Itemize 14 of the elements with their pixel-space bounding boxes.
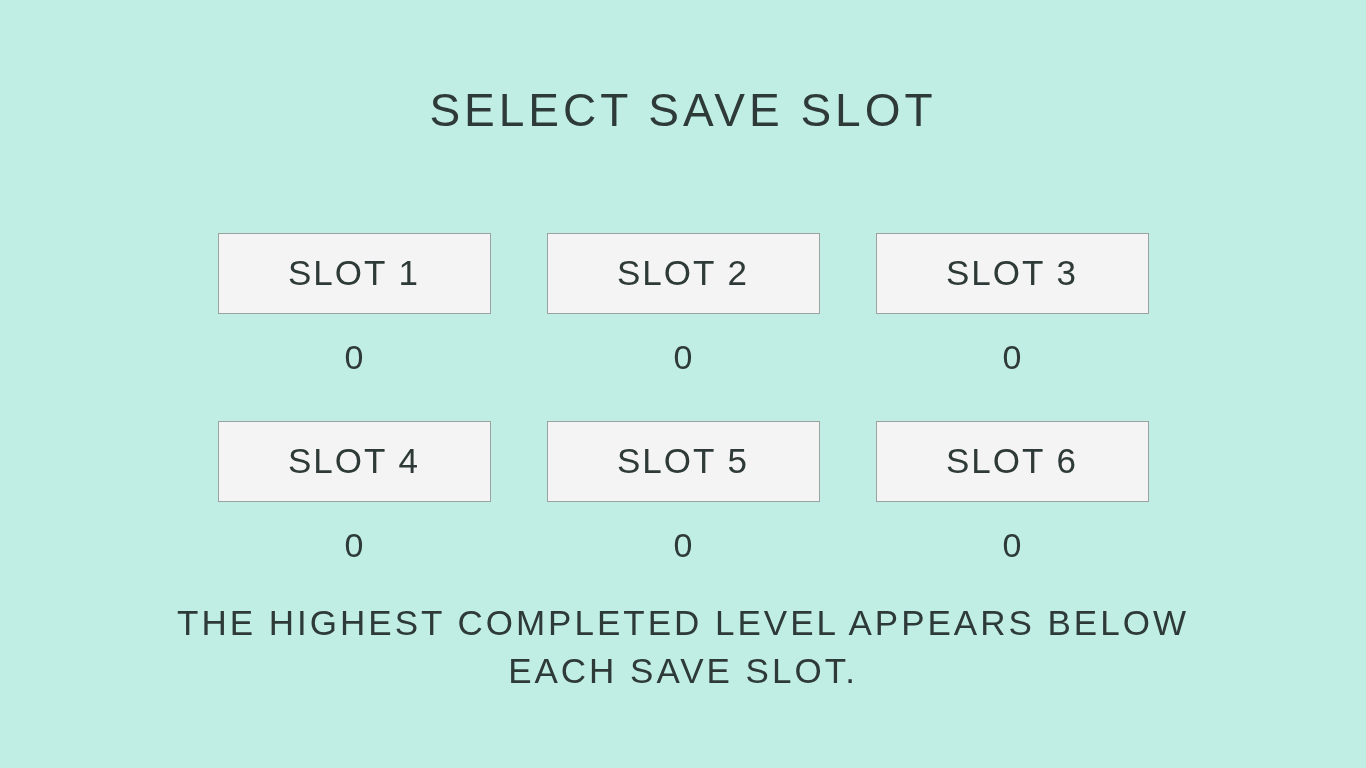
slot-button[interactable]: SLOT 6	[875, 421, 1149, 502]
slot-button[interactable]: SLOT 5	[546, 421, 820, 502]
slot-button[interactable]: SLOT 1	[217, 233, 491, 314]
level-value: 0	[344, 525, 364, 565]
slot-button[interactable]: SLOT 4	[217, 421, 491, 502]
hint-text: THE HIGHEST COMPLETED LEVEL APPEARS BELOW EACH SAVE SLOT.	[176, 602, 1190, 692]
level-value: 0	[1002, 337, 1022, 377]
level-value: 0	[673, 337, 693, 377]
level-value: 0	[344, 337, 364, 377]
level-value: 0	[1002, 525, 1022, 565]
level-value: 0	[673, 525, 693, 565]
slot-button[interactable]: SLOT 3	[875, 233, 1149, 314]
screen-title: SELECT SAVE SLOT	[429, 84, 937, 136]
slot-button[interactable]: SLOT 2	[546, 233, 820, 314]
